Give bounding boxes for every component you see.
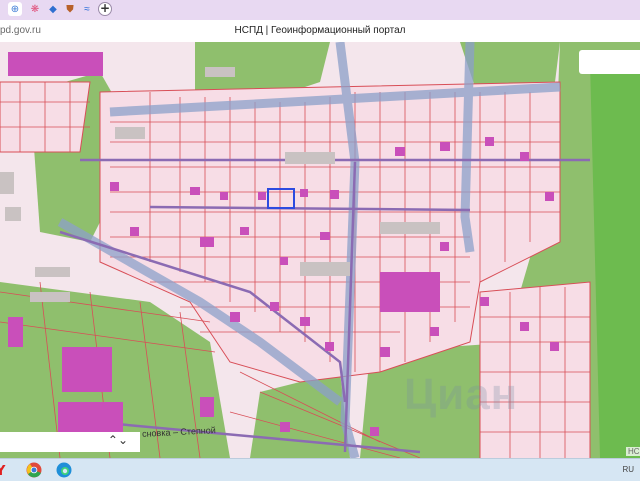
map-tool-panel[interactable]	[579, 50, 640, 74]
tab-app-5[interactable]: ≈	[80, 2, 94, 16]
search-select[interactable]: ⌃⌄	[0, 432, 140, 452]
browser-tab-bar: ⊕ ❋ ◆ ⛊ ≈ +	[0, 0, 640, 20]
page-title: НСПД | Геоинформационный портал	[234, 25, 406, 36]
drop-icon: ◆	[49, 3, 57, 15]
map-corner-label: НСП	[626, 447, 640, 456]
yandex-browser-icon[interactable]: Y	[0, 462, 10, 479]
address-bar: pd.gov.ru НСПД | Геоинформационный порта…	[0, 20, 640, 43]
globe-icon: ⊕	[10, 3, 20, 15]
tab-app-2[interactable]: ❋	[28, 2, 42, 16]
watermark: Циан	[404, 370, 519, 419]
shield-icon: ⛊	[66, 3, 74, 15]
tab-app-3[interactable]: ◆	[46, 2, 60, 16]
os-taskbar: Y RU	[0, 458, 640, 481]
chrome-icon[interactable]	[26, 462, 42, 478]
wave-icon: ≈	[84, 3, 90, 15]
edge-icon[interactable]	[56, 462, 72, 478]
tab-app-4[interactable]: ⛊	[63, 2, 77, 16]
tab-nspd[interactable]: ⊕	[8, 2, 22, 16]
new-tab-button[interactable]: +	[98, 2, 112, 16]
chevron-down-icon: ⌃⌄	[107, 433, 128, 447]
keyboard-language[interactable]: RU	[622, 465, 634, 474]
multicolor-app-icon: ❋	[30, 3, 40, 15]
cadastral-map[interactable]	[0, 42, 640, 458]
svg-text:Y: Y	[0, 464, 6, 478]
